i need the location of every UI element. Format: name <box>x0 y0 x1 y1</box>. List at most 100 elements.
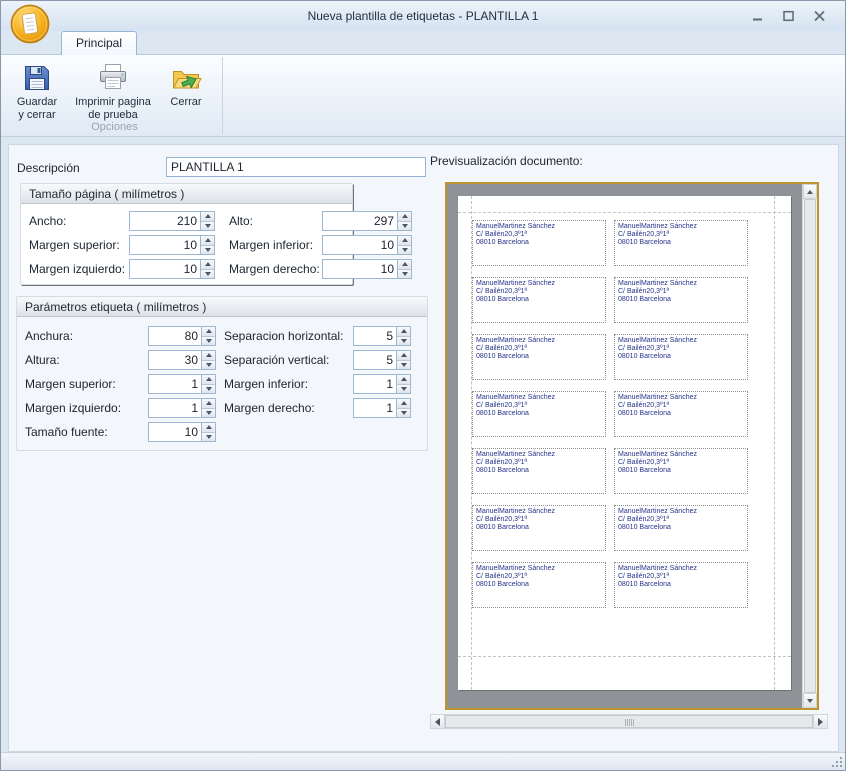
spin-down-button[interactable] <box>397 337 410 346</box>
spin-up-button[interactable] <box>202 375 215 385</box>
spinner-value: 1 <box>149 399 201 417</box>
spin-down-button[interactable] <box>202 409 215 418</box>
maximize-icon <box>782 10 795 22</box>
preview-caption: Previsualización documento: <box>430 154 583 168</box>
numeric-spinner[interactable]: 1 <box>353 374 411 394</box>
scroll-right-button[interactable] <box>813 715 827 728</box>
numeric-spinner[interactable]: 1 <box>353 398 411 418</box>
spin-down-button[interactable] <box>201 246 214 255</box>
spinner-value: 10 <box>323 260 397 278</box>
save-close-button[interactable]: Guardar y cerrar <box>8 59 66 125</box>
vertical-scroll-thumb[interactable] <box>804 199 816 693</box>
spin-up-button[interactable] <box>397 351 410 361</box>
spin-up-button[interactable] <box>202 399 215 409</box>
spinner-value: 297 <box>323 212 397 230</box>
numeric-spinner[interactable]: 80 <box>148 326 216 346</box>
numeric-spinner[interactable]: 1 <box>148 374 216 394</box>
numeric-spinner[interactable]: 1 <box>148 398 216 418</box>
spin-up-button[interactable] <box>202 351 215 361</box>
spin-down-button[interactable] <box>397 361 410 370</box>
numeric-spinner[interactable]: 10 <box>129 235 215 255</box>
horizontal-scroll-thumb[interactable] <box>445 715 813 728</box>
spin-up-button[interactable] <box>398 260 411 270</box>
arrow-up-icon <box>206 425 212 429</box>
spin-up-button[interactable] <box>201 260 214 270</box>
spin-up-button[interactable] <box>201 212 214 222</box>
horizontal-scrollbar[interactable] <box>430 714 828 729</box>
field-label: Margen derecho: <box>229 262 320 276</box>
spin-up-button[interactable] <box>202 327 215 337</box>
spin-up-button[interactable] <box>398 236 411 246</box>
spin-down-button[interactable] <box>201 270 214 279</box>
arrow-down-icon <box>206 339 212 343</box>
close-button[interactable] <box>812 9 826 22</box>
spinner-value: 5 <box>354 351 396 369</box>
scroll-down-button[interactable] <box>803 693 817 708</box>
preview-label-cell: ManuelMartinez SánchezC/ Bailén20,3º1ª08… <box>472 277 606 323</box>
scroll-left-button[interactable] <box>431 715 445 728</box>
resize-grip[interactable] <box>831 756 842 767</box>
numeric-spinner[interactable]: 10 <box>322 259 412 279</box>
spin-up-button[interactable] <box>202 423 215 433</box>
arrow-up-icon <box>206 401 212 405</box>
spin-down-button[interactable] <box>397 409 410 418</box>
preview-area: ManuelMartinez SánchezC/ Bailén20,3º1ª08… <box>445 182 819 710</box>
scroll-up-button[interactable] <box>803 184 817 199</box>
margin-guide-right <box>774 196 775 690</box>
spin-down-button[interactable] <box>398 246 411 255</box>
title-bar[interactable]: Nueva plantilla de etiquetas - PLANTILLA… <box>1 1 845 31</box>
preview-label-cell: ManuelMartinez SánchezC/ Bailén20,3º1ª08… <box>614 334 748 380</box>
spin-down-button[interactable] <box>202 361 215 370</box>
numeric-spinner[interactable]: 210 <box>129 211 215 231</box>
minimize-button[interactable] <box>750 9 764 22</box>
main-panel: Descripción Tamaño página ( milímetros )… <box>8 144 839 752</box>
spinner-value: 1 <box>149 375 201 393</box>
app-icon[interactable] <box>9 3 51 45</box>
numeric-spinner[interactable]: 10 <box>148 422 216 442</box>
arrow-up-icon <box>401 329 407 333</box>
spin-down-button[interactable] <box>202 337 215 346</box>
page-size-group-title: Tamaño página ( milímetros ) <box>21 184 352 204</box>
arrow-up-icon <box>402 238 408 242</box>
field-label: Tamaño fuente: <box>25 425 108 439</box>
spinner-buttons <box>396 399 410 417</box>
close-form-button[interactable]: Cerrar <box>160 59 212 112</box>
numeric-spinner[interactable]: 297 <box>322 211 412 231</box>
spin-up-button[interactable] <box>397 399 410 409</box>
spin-down-button[interactable] <box>397 385 410 394</box>
spin-down-button[interactable] <box>202 385 215 394</box>
spinner-buttons <box>201 399 215 417</box>
tab-principal[interactable]: Principal <box>61 31 137 55</box>
description-input[interactable] <box>166 157 426 177</box>
spin-up-button[interactable] <box>397 327 410 337</box>
spin-up-button[interactable] <box>201 236 214 246</box>
preview-label-cell: ManuelMartinez SánchezC/ Bailén20,3º1ª08… <box>614 220 748 266</box>
spin-down-button[interactable] <box>201 222 214 231</box>
spin-down-button[interactable] <box>398 222 411 231</box>
page-size-fields: Ancho:210Alto:297Margen superior:10Marge… <box>21 211 352 283</box>
preview-label-cell: ManuelMartinez SánchezC/ Bailén20,3º1ª08… <box>472 505 606 551</box>
numeric-spinner[interactable]: 10 <box>322 235 412 255</box>
numeric-spinner[interactable]: 10 <box>129 259 215 279</box>
vertical-scrollbar[interactable] <box>802 184 817 708</box>
spin-down-button[interactable] <box>202 433 215 442</box>
preview-label-cell: ManuelMartinez SánchezC/ Bailén20,3º1ª08… <box>472 220 606 266</box>
save-close-label: Guardar y cerrar <box>17 96 57 122</box>
spinner-value: 1 <box>354 399 396 417</box>
preview-label-cell: ManuelMartinez SánchezC/ Bailén20,3º1ª08… <box>614 448 748 494</box>
label-params-group-title: Parámetros etiqueta ( milímetros ) <box>17 297 427 317</box>
status-bar <box>1 752 845 770</box>
spin-down-button[interactable] <box>398 270 411 279</box>
numeric-spinner[interactable]: 30 <box>148 350 216 370</box>
field-label: Alto: <box>229 214 253 228</box>
close-form-label: Cerrar <box>170 96 201 109</box>
arrow-left-icon <box>435 718 440 726</box>
print-test-page-button[interactable]: Imprimir pagina de prueba <box>66 59 160 125</box>
spin-up-button[interactable] <box>397 375 410 385</box>
numeric-spinner[interactable]: 5 <box>353 326 411 346</box>
spin-up-button[interactable] <box>398 212 411 222</box>
numeric-spinner[interactable]: 5 <box>353 350 411 370</box>
maximize-button[interactable] <box>781 9 795 22</box>
description-label: Descripción <box>17 161 80 175</box>
preview-label-cell: ManuelMartinez SánchezC/ Bailén20,3º1ª08… <box>472 391 606 437</box>
